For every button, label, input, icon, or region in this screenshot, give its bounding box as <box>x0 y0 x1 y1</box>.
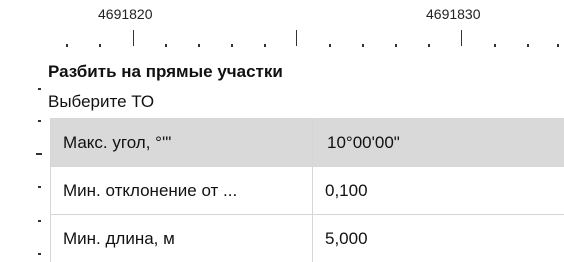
vertical-ruler-tick <box>38 253 41 255</box>
panel-subtitle: Выберите ТО <box>48 92 155 111</box>
ruler-label-2: 4691830 <box>426 6 481 22</box>
ruler-tick <box>66 44 68 47</box>
panel-title: Разбить на прямые участки <box>48 62 283 81</box>
vertical-ruler-tick <box>38 220 41 222</box>
property-row-min-length[interactable]: Мин. длина, м 5,000 <box>51 215 564 262</box>
min-deviation-value[interactable]: 0,100 <box>313 167 564 214</box>
min-length-value[interactable]: 5,000 <box>313 215 564 262</box>
ruler-tick <box>198 44 200 47</box>
ruler-tick <box>527 44 529 47</box>
ruler-tick <box>165 44 167 47</box>
property-label: Макс. угол, °'" <box>51 119 313 166</box>
ruler-tick <box>557 44 559 47</box>
ruler-tick <box>362 44 364 47</box>
ruler-tick <box>329 44 331 47</box>
vertical-ruler-major-tick <box>36 153 42 155</box>
ruler-tick <box>428 44 430 47</box>
property-grid: Макс. угол, °'" 10°00'00" Мин. отклонени… <box>50 118 564 262</box>
vertical-ruler-tick <box>38 186 41 188</box>
ruler-major-tick <box>296 30 297 46</box>
ruler-tick <box>99 44 101 47</box>
ruler-tick <box>264 44 266 47</box>
property-row-max-angle[interactable]: Макс. угол, °'" 10°00'00" <box>51 119 564 167</box>
ruler-tick <box>494 44 496 47</box>
ruler-tick <box>395 44 397 47</box>
ruler-major-tick <box>461 30 462 46</box>
ruler-tick <box>231 44 233 47</box>
map-view: 4691820 4691830 Разбить на прямые участк… <box>0 0 564 262</box>
property-label: Мин. отклонение от ... <box>51 167 313 214</box>
property-row-min-deviation[interactable]: Мин. отклонение от ... 0,100 <box>51 167 564 215</box>
max-angle-value[interactable]: 10°00'00" <box>313 119 564 166</box>
horizontal-ruler: 4691820 4691830 <box>0 0 564 56</box>
vertical-ruler-tick <box>38 88 41 90</box>
property-label: Мин. длина, м <box>51 215 313 262</box>
ruler-label-1: 4691820 <box>98 6 153 22</box>
vertical-ruler-tick <box>38 120 41 122</box>
ruler-major-tick <box>133 30 134 46</box>
